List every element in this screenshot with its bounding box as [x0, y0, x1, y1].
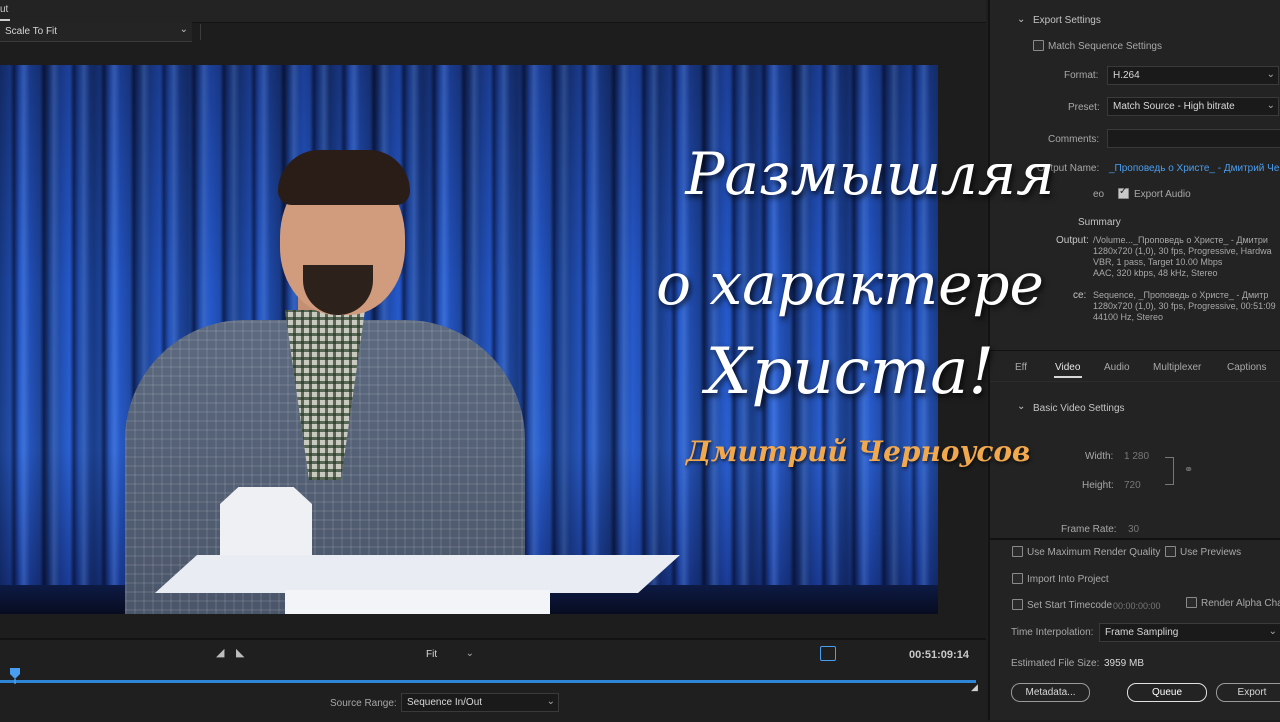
- chevron-down-icon: ⌄: [1266, 100, 1275, 111]
- tab-multiplexer[interactable]: Multiplexer: [1153, 362, 1201, 373]
- source-range-dropdown[interactable]: Sequence In/Out ⌄: [401, 693, 559, 712]
- summary-output-line: AAC, 320 kbps, 48 kHz, Stereo: [1093, 268, 1218, 278]
- preset-label: Preset:: [1068, 102, 1100, 113]
- summary-source-line: 44100 Hz, Stereo: [1093, 312, 1164, 322]
- summary-output-line: VBR, 1 pass, Target 10.00 Mbps: [1093, 257, 1223, 267]
- collapse-chevron-icon[interactable]: ⌄: [1017, 14, 1025, 25]
- scale-to-fit-dropdown[interactable]: Scale To Fit ⌄: [0, 22, 192, 42]
- export-settings-heading: Export Settings: [1033, 15, 1101, 26]
- lectern-body: [285, 590, 550, 614]
- max-render-quality-checkbox[interactable]: [1012, 546, 1023, 557]
- fit-value: Fit: [426, 649, 438, 660]
- frame-rate-value[interactable]: 30: [1128, 524, 1139, 535]
- format-value: H.264: [1113, 70, 1140, 81]
- estimated-size-value: 3959 MB: [1104, 658, 1145, 669]
- import-into-project-label: Import Into Project: [1027, 574, 1109, 585]
- active-tab-indicator: [0, 19, 10, 21]
- playhead-icon[interactable]: [10, 668, 20, 684]
- chevron-down-icon: ⌄: [1268, 626, 1277, 637]
- time-interpolation-value: Frame Sampling: [1105, 627, 1179, 638]
- fit-dropdown[interactable]: Fit ⌄: [420, 645, 478, 664]
- chevron-down-icon: ⌄: [465, 648, 474, 659]
- export-button[interactable]: Export: [1216, 683, 1280, 702]
- link-chain-icon[interactable]: ⚭: [1184, 463, 1193, 476]
- comments-field[interactable]: [1107, 129, 1280, 148]
- summary-output-line: /Volume..._Проповедь о Христе_ - Дмитри: [1093, 235, 1268, 245]
- estimated-size-label: Estimated File Size:: [1011, 658, 1100, 669]
- width-value[interactable]: 1 280: [1124, 451, 1149, 462]
- scale-select-value: Scale To Fit: [5, 26, 58, 37]
- mark-in-icon[interactable]: ◢: [216, 646, 224, 659]
- chevron-down-icon: ⌄: [179, 24, 188, 35]
- section-divider: [990, 538, 1280, 540]
- start-timecode-field[interactable]: 00:00:00:00: [1113, 601, 1161, 611]
- overlay-title-line-2: о характере: [656, 250, 1044, 318]
- width-label: Width:: [1085, 451, 1114, 462]
- output-tab[interactable]: ut: [0, 4, 8, 15]
- source-range-value: Sequence In/Out: [407, 697, 483, 708]
- summary-heading: Summary: [1078, 217, 1121, 228]
- tab-captions[interactable]: Captions: [1227, 362, 1266, 373]
- chevron-down-icon: ⌄: [1266, 69, 1275, 80]
- summary-output-line: 1280x720 (1,0), 30 fps, Progressive, Har…: [1093, 246, 1272, 256]
- max-render-quality-label: Use Maximum Render Quality: [1027, 547, 1161, 558]
- preset-dropdown[interactable]: Match Source - High bitrate ⌄: [1107, 97, 1279, 116]
- overlay-author-name: Дмитрий Черноусов: [686, 435, 1031, 468]
- summary-output-details: /Volume..._Проповедь о Христе_ - Дмитри …: [1093, 235, 1272, 279]
- export-audio-label: Export Audio: [1134, 189, 1191, 200]
- height-label: Height:: [1082, 480, 1114, 491]
- format-dropdown[interactable]: H.264 ⌄: [1107, 66, 1279, 85]
- tab-audio[interactable]: Audio: [1104, 362, 1130, 373]
- output-name-link[interactable]: _Проповедь о Христе_ - Дмитрий Чер: [1109, 163, 1280, 174]
- metadata-button[interactable]: Metadata...: [1011, 683, 1090, 702]
- preview-tab-strip: ut: [0, 0, 986, 23]
- lectern-stand: [220, 487, 312, 555]
- format-label: Format:: [1064, 70, 1099, 81]
- overlay-title-line-3: Христа!: [705, 335, 995, 409]
- render-alpha-checkbox[interactable]: [1186, 597, 1197, 608]
- safe-margins-icon[interactable]: [820, 646, 836, 661]
- toolbar-divider: [200, 24, 201, 40]
- summary-source-details: Sequence, _Проповедь о Христе_ - Дмитр 1…: [1093, 290, 1276, 323]
- queue-button[interactable]: Queue: [1127, 683, 1207, 702]
- source-range-label: Source Range:: [330, 698, 397, 709]
- summary-source-line: 1280x720 (1,0), 30 fps, Progressive, 00:…: [1093, 301, 1276, 311]
- import-into-project-checkbox[interactable]: [1012, 573, 1023, 584]
- summary-source-line: Sequence, _Проповедь о Христе_ - Дмитр: [1093, 290, 1269, 300]
- summary-output-label: Output:: [1056, 235, 1089, 246]
- render-alpha-label: Render Alpha Cha: [1201, 598, 1280, 609]
- overlay-title-line-1: Размышляя: [685, 140, 1055, 208]
- lectern-top: [155, 555, 680, 593]
- mark-out-icon[interactable]: ◣: [236, 646, 244, 659]
- use-previews-label: Use Previews: [1180, 547, 1242, 558]
- out-point-marker-icon[interactable]: ◢: [971, 682, 978, 693]
- speaker-hair: [278, 150, 410, 205]
- match-sequence-label: Match Sequence Settings: [1048, 41, 1162, 52]
- use-previews-checkbox[interactable]: [1165, 546, 1176, 557]
- preset-value: Match Source - High bitrate: [1113, 101, 1235, 112]
- height-value[interactable]: 720: [1124, 480, 1141, 491]
- set-start-timecode-label: Set Start Timecode: [1027, 600, 1113, 611]
- match-sequence-checkbox[interactable]: [1033, 40, 1044, 51]
- aspect-bracket: [1165, 457, 1174, 485]
- set-start-timecode-checkbox[interactable]: [1012, 599, 1023, 610]
- timeline-scrub-bar[interactable]: [0, 680, 976, 683]
- time-interpolation-label: Time Interpolation:: [1011, 627, 1094, 638]
- chevron-down-icon: ⌄: [546, 696, 555, 707]
- time-interpolation-dropdown[interactable]: Frame Sampling ⌄: [1099, 623, 1280, 642]
- frame-rate-label: Frame Rate:: [1061, 524, 1117, 535]
- timecode-readout: 00:51:09:14: [909, 649, 969, 661]
